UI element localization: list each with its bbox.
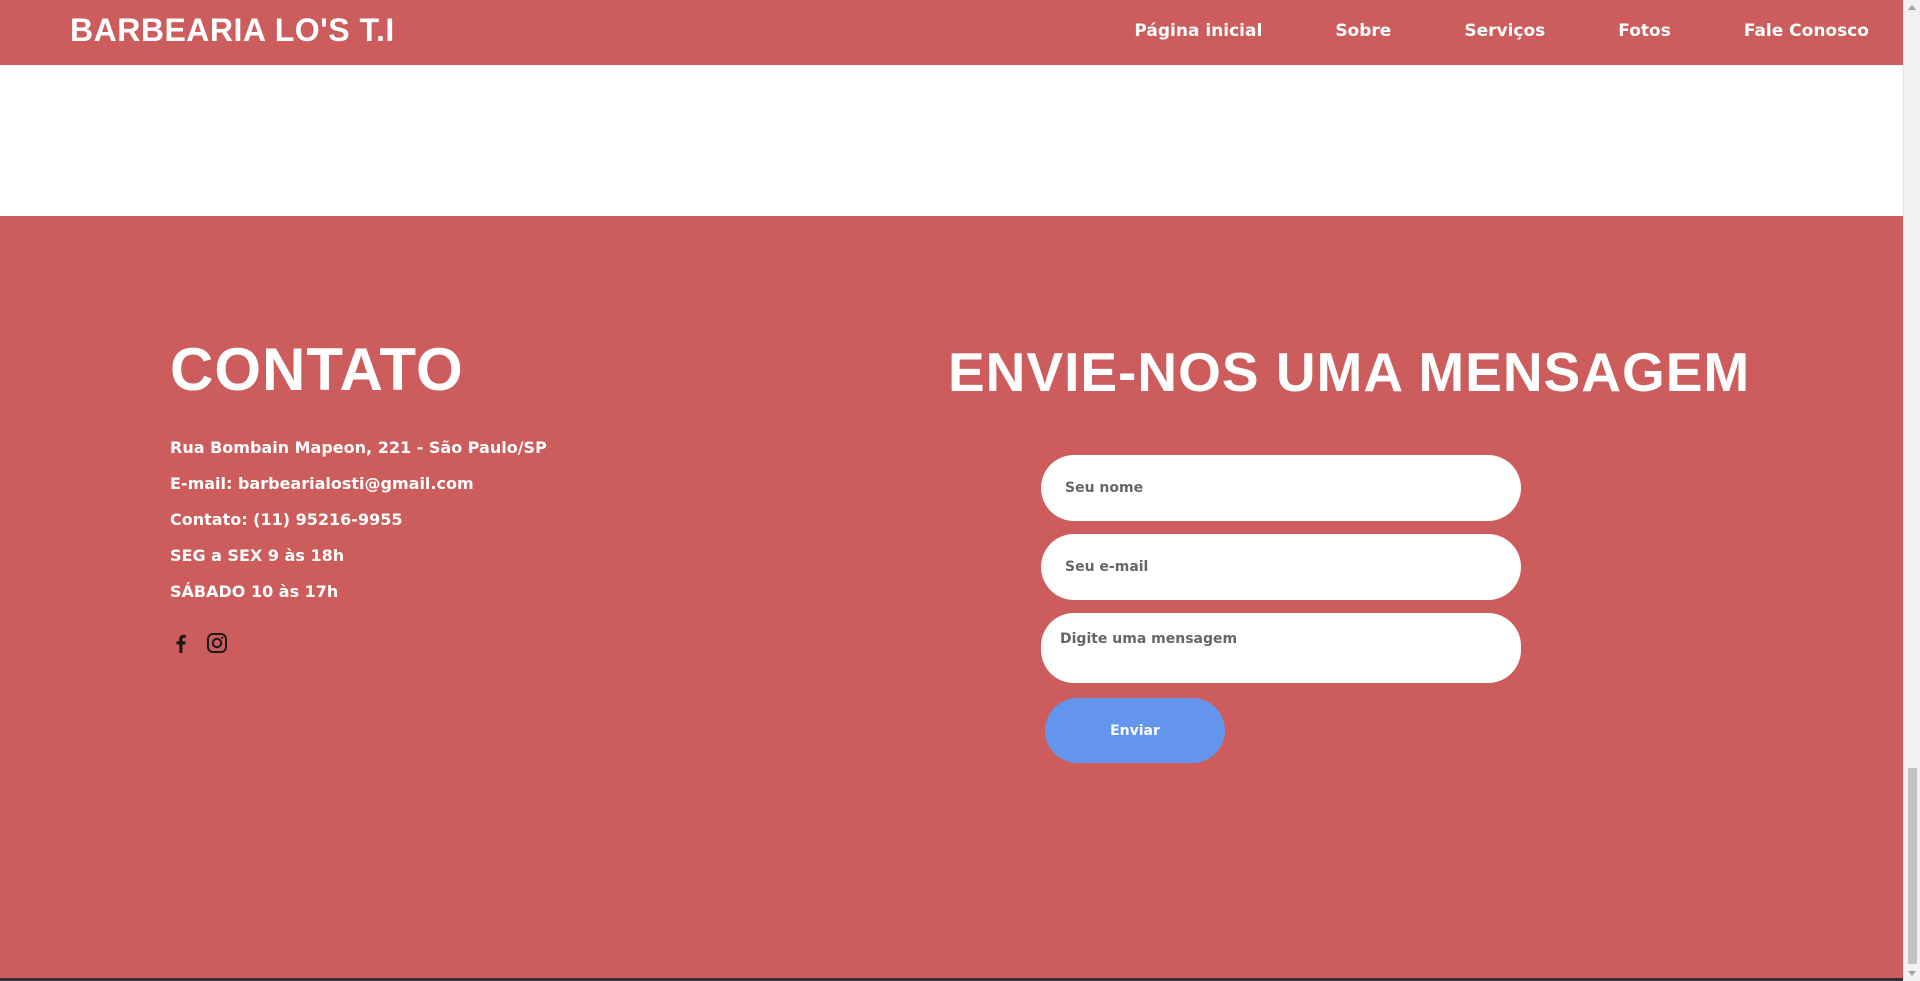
main-nav: Página inicial Sobre Serviços Fotos Fale…	[1134, 21, 1869, 41]
send-button[interactable]: Enviar	[1045, 698, 1225, 763]
top-navbar: BARBEARIA LO'S T.I Página inicial Sobre …	[0, 0, 1903, 65]
message-textarea[interactable]	[1041, 613, 1521, 683]
nav-link-photos[interactable]: Fotos	[1618, 21, 1671, 41]
scrollbar-thumb[interactable]	[1908, 768, 1917, 964]
contact-hours-saturday: SÁBADO 10 às 17h	[170, 582, 339, 601]
name-input[interactable]	[1041, 455, 1521, 521]
facebook-icon[interactable]	[170, 632, 192, 654]
email-input[interactable]	[1041, 534, 1521, 600]
contact-email: E-mail: barbearialosti@gmail.com	[170, 474, 474, 493]
nav-link-contact[interactable]: Fale Conosco	[1744, 21, 1869, 41]
previous-section-end	[0, 65, 1903, 216]
nav-link-about[interactable]: Sobre	[1335, 21, 1391, 41]
scroll-down-arrow-icon[interactable]	[1908, 971, 1916, 976]
contact-hours-weekday: SEG a SEX 9 às 18h	[170, 546, 345, 565]
message-form-title: ENVIE-NOS UMA MENSAGEM	[948, 341, 1751, 403]
instagram-icon[interactable]	[206, 632, 228, 654]
social-links	[170, 632, 228, 654]
page-scrollbar[interactable]	[1903, 0, 1920, 981]
nav-link-home[interactable]: Página inicial	[1134, 21, 1262, 41]
scroll-up-arrow-icon[interactable]	[1908, 5, 1916, 10]
contact-phone: Contato: (11) 95216-9955	[170, 510, 403, 529]
nav-link-services[interactable]: Serviços	[1464, 21, 1545, 41]
contact-title: CONTATO	[170, 336, 464, 403]
brand-logo[interactable]: BARBEARIA LO'S T.I	[70, 12, 395, 49]
page: BARBEARIA LO'S T.I Página inicial Sobre …	[0, 0, 1903, 981]
contact-address: Rua Bombain Mapeon, 221 - São Paulo/SP	[170, 438, 547, 457]
